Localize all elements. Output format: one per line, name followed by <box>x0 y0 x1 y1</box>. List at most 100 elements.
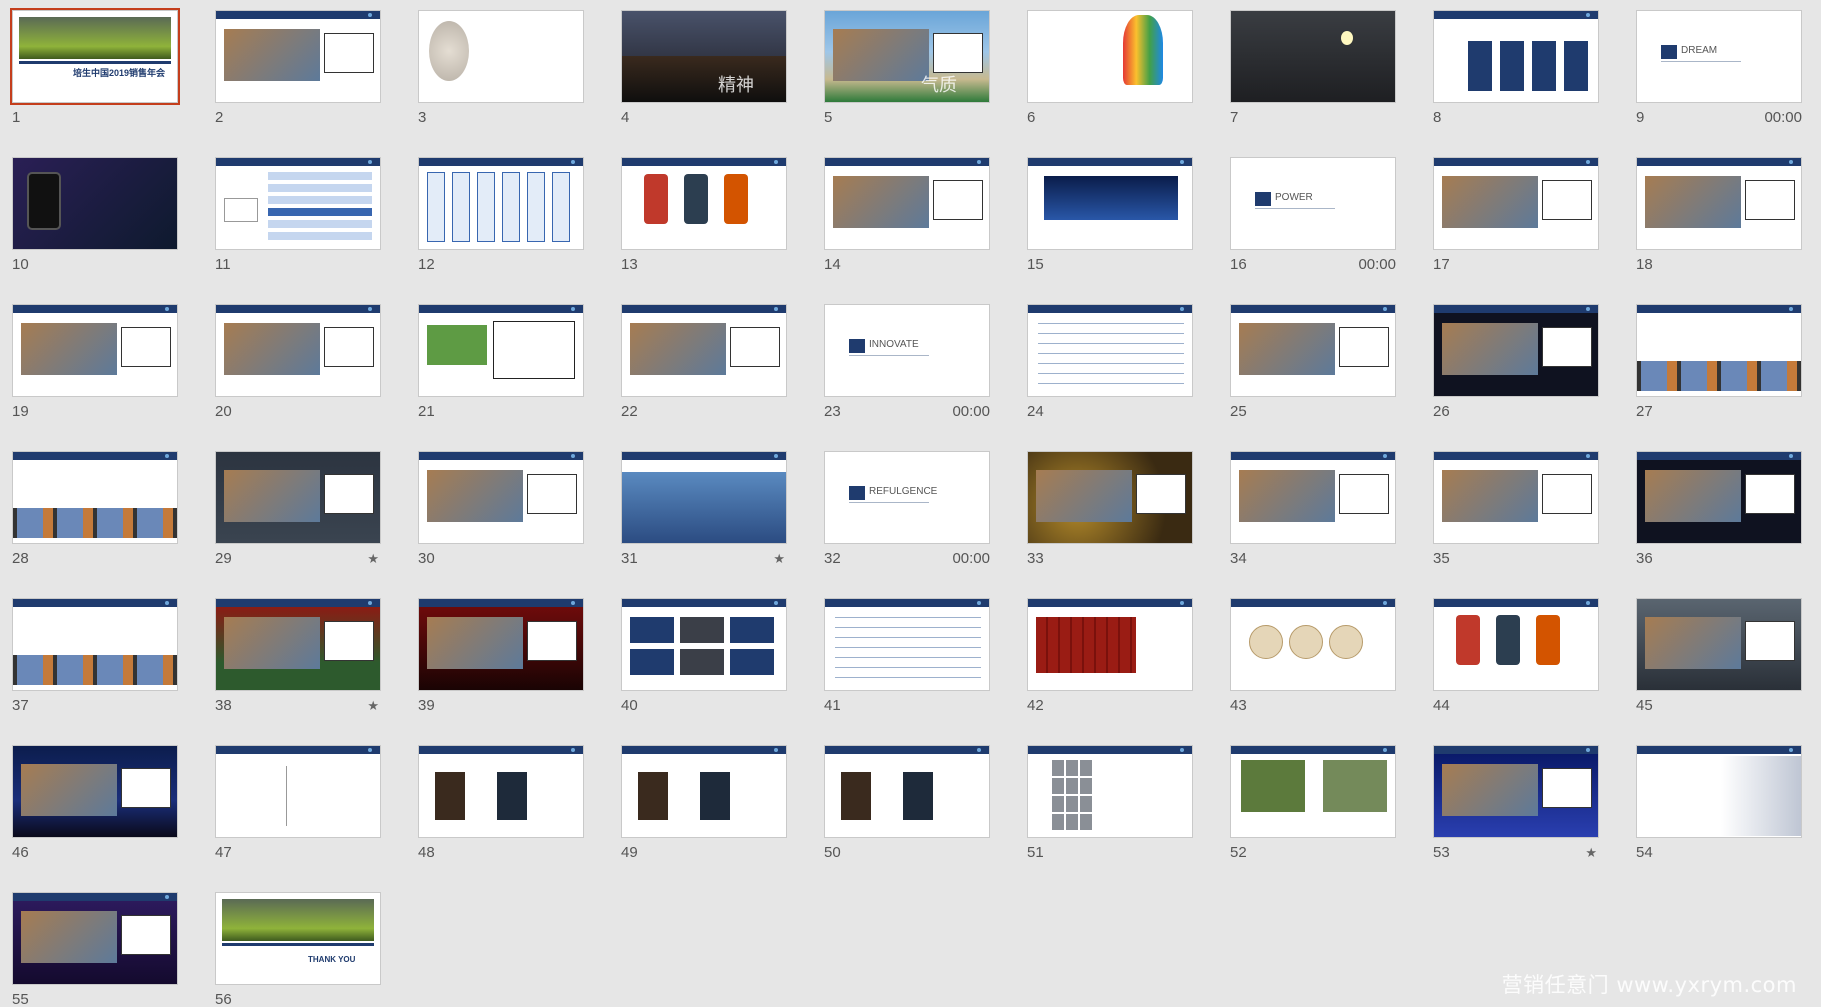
slide-thumbnail-image[interactable] <box>1433 598 1599 691</box>
slide-thumbnail[interactable]: 12 <box>418 157 584 304</box>
slide-thumbnail-image[interactable] <box>1433 451 1599 544</box>
slide-thumbnail-image[interactable] <box>1636 745 1802 838</box>
slide-thumbnail-image[interactable] <box>621 304 787 397</box>
slide-thumbnail-image[interactable] <box>1636 451 1802 544</box>
slide-thumbnail[interactable]: 48 <box>418 745 584 892</box>
slide-thumbnail-image[interactable] <box>1027 10 1193 103</box>
slide-thumbnail-image[interactable] <box>621 598 787 691</box>
slide-thumbnail-image[interactable]: 培生中国2019销售年会 <box>10 8 180 105</box>
animation-star-icon[interactable]: ★ <box>773 551 785 567</box>
slide-thumbnail-image[interactable] <box>1433 745 1599 838</box>
slide-thumbnail[interactable]: 52 <box>1230 745 1396 892</box>
slide-thumbnail-image[interactable] <box>1027 304 1193 397</box>
slide-thumbnail[interactable]: 43 <box>1230 598 1396 745</box>
slide-thumbnail-image[interactable] <box>418 304 584 397</box>
slide-thumbnail[interactable]: 2 <box>215 10 381 157</box>
slide-thumbnail-image[interactable] <box>824 598 990 691</box>
slide-thumbnail[interactable]: 45 <box>1636 598 1802 745</box>
slide-thumbnail[interactable]: 30 <box>418 451 584 598</box>
slide-thumbnail-image[interactable] <box>418 598 584 691</box>
slide-thumbnail[interactable]: 13 <box>621 157 787 304</box>
slide-thumbnail-image[interactable] <box>621 157 787 250</box>
slide-thumbnail-image[interactable] <box>215 10 381 103</box>
animation-star-icon[interactable]: ★ <box>1585 845 1597 861</box>
slide-thumbnail[interactable]: 38 ★ <box>215 598 381 745</box>
slide-thumbnail[interactable]: 14 <box>824 157 990 304</box>
slide-thumbnail-image[interactable] <box>1027 451 1193 544</box>
slide-thumbnail[interactable]: 44 <box>1433 598 1599 745</box>
slide-thumbnail-image[interactable] <box>1230 304 1396 397</box>
slide-thumbnail-image[interactable] <box>824 745 990 838</box>
slide-thumbnail-image[interactable] <box>12 451 178 544</box>
slide-thumbnail[interactable]: POWER 16 00:00 <box>1230 157 1396 304</box>
slide-thumbnail[interactable]: 26 <box>1433 304 1599 451</box>
slide-thumbnail-image[interactable] <box>1636 304 1802 397</box>
slide-thumbnail-image[interactable]: THANK YOU <box>215 892 381 985</box>
slide-thumbnail-image[interactable]: DREAM <box>1636 10 1802 103</box>
slide-thumbnail[interactable]: 46 <box>12 745 178 892</box>
slide-thumbnail[interactable]: 39 <box>418 598 584 745</box>
slide-thumbnail[interactable]: 55 <box>12 892 178 1007</box>
slide-thumbnail[interactable]: 41 <box>824 598 990 745</box>
slide-thumbnail-image[interactable] <box>215 598 381 691</box>
slide-thumbnail[interactable]: THANK YOU 56 <box>215 892 381 1007</box>
slide-thumbnail[interactable]: 22 <box>621 304 787 451</box>
slide-thumbnail-image[interactable]: REFULGENCE <box>824 451 990 544</box>
slide-thumbnail-image[interactable] <box>1636 157 1802 250</box>
slide-thumbnail-image[interactable] <box>1027 157 1193 250</box>
slide-thumbnail-image[interactable]: 精神 <box>621 10 787 103</box>
animation-star-icon[interactable]: ★ <box>367 551 379 567</box>
slide-thumbnail[interactable]: 气质 5 <box>824 10 990 157</box>
slide-thumbnail[interactable]: REFULGENCE 32 00:00 <box>824 451 990 598</box>
slide-thumbnail-image[interactable] <box>12 892 178 985</box>
slide-thumbnail[interactable]: 35 <box>1433 451 1599 598</box>
slide-thumbnail-image[interactable] <box>621 745 787 838</box>
slide-thumbnail-image[interactable] <box>1230 10 1396 103</box>
slide-thumbnail[interactable]: 18 <box>1636 157 1802 304</box>
slide-thumbnail[interactable]: 8 <box>1433 10 1599 157</box>
slide-thumbnail-image[interactable] <box>12 745 178 838</box>
slide-thumbnail-image[interactable] <box>418 157 584 250</box>
slide-thumbnail[interactable]: 15 <box>1027 157 1193 304</box>
slide-thumbnail[interactable]: 36 <box>1636 451 1802 598</box>
slide-thumbnail-image[interactable]: 品牌 <box>418 10 584 103</box>
slide-thumbnail-image[interactable] <box>1027 745 1193 838</box>
slide-thumbnail[interactable]: 7 <box>1230 10 1396 157</box>
slide-thumbnail[interactable]: DREAM 9 00:00 <box>1636 10 1802 157</box>
slide-thumbnail[interactable]: 29 ★ <box>215 451 381 598</box>
slide-thumbnail-image[interactable] <box>1636 598 1802 691</box>
slide-thumbnail[interactable]: 50 <box>824 745 990 892</box>
slide-thumbnail[interactable]: 精神 4 <box>621 10 787 157</box>
slide-thumbnail[interactable]: 33 <box>1027 451 1193 598</box>
slide-thumbnail-image[interactable] <box>215 745 381 838</box>
slide-thumbnail[interactable]: 24 <box>1027 304 1193 451</box>
slide-thumbnail[interactable]: 19 <box>12 304 178 451</box>
slide-thumbnail-image[interactable] <box>1433 304 1599 397</box>
slide-thumbnail-image[interactable]: POWER <box>1230 157 1396 250</box>
slide-thumbnail-image[interactable] <box>215 304 381 397</box>
slide-thumbnail[interactable]: INNOVATE 23 00:00 <box>824 304 990 451</box>
slide-thumbnail-image[interactable] <box>1230 598 1396 691</box>
slide-thumbnail[interactable]: 21 <box>418 304 584 451</box>
slide-thumbnail[interactable]: 49 <box>621 745 787 892</box>
slide-thumbnail-image[interactable] <box>1230 745 1396 838</box>
slide-thumbnail[interactable]: 6 <box>1027 10 1193 157</box>
slide-thumbnail-image[interactable]: INNOVATE <box>824 304 990 397</box>
slide-thumbnail[interactable]: 品牌 3 <box>418 10 584 157</box>
slide-thumbnail-image[interactable] <box>824 157 990 250</box>
slide-thumbnail[interactable]: 47 <box>215 745 381 892</box>
slide-thumbnail-image[interactable] <box>215 157 381 250</box>
slide-thumbnail[interactable]: 11 <box>215 157 381 304</box>
slide-thumbnail[interactable]: 10 <box>12 157 178 304</box>
slide-thumbnail-image[interactable] <box>1027 598 1193 691</box>
slide-thumbnail[interactable]: 培生中国2019销售年会 1 <box>10 8 180 157</box>
slide-thumbnail[interactable]: 31 ★ <box>621 451 787 598</box>
slide-thumbnail[interactable]: 17 <box>1433 157 1599 304</box>
slide-thumbnail-image[interactable] <box>621 451 787 544</box>
slide-thumbnail-image[interactable] <box>12 598 178 691</box>
slide-thumbnail[interactable]: 20 <box>215 304 381 451</box>
slide-thumbnail-image[interactable] <box>1230 451 1396 544</box>
slide-thumbnail[interactable]: 51 <box>1027 745 1193 892</box>
slide-thumbnail-image[interactable]: 气质 <box>824 10 990 103</box>
slide-thumbnail-image[interactable] <box>12 157 178 250</box>
